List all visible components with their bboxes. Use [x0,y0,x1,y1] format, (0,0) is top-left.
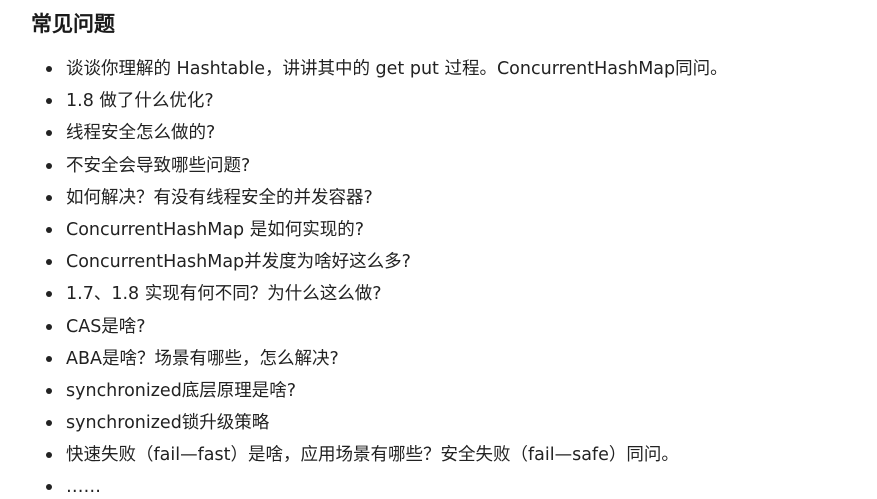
bullet-icon [46,387,52,394]
bullet-icon [46,98,52,105]
faq-section: 常见问题 谈谈你理解的 Hashtable，讲讲其中的 get put 过程。C… [0,0,877,499]
list-item: CAS是啥? [0,311,877,343]
bullet-icon [46,259,52,266]
list-item-text: 线程安全怎么做的? [66,123,216,144]
bullet-icon [46,484,52,491]
list-item-text: synchronized底层原理是啥? [66,380,297,401]
list-item: 快速失败（fail—fast）是啥，应用场景有哪些？安全失败（fail—safe… [0,439,877,471]
list-item-text: 1.8 做了什么优化? [66,91,214,112]
bullet-icon [46,420,52,427]
list-item-text: ABA是啥？场景有哪些，怎么解决? [66,348,339,369]
list-item-text: 如何解决？有没有线程安全的并发容器? [66,187,373,208]
list-item: 线程安全怎么做的? [0,117,877,149]
list-item-text: 1.7、1.8 实现有何不同？为什么这么做? [66,284,382,305]
question-list: 谈谈你理解的 Hashtable，讲讲其中的 get put 过程。Concur… [0,53,877,499]
list-item: synchronized锁升级策略 [0,407,877,439]
section-heading: 常见问题 [31,12,115,36]
list-item: ABA是啥？场景有哪些，怎么解决? [0,343,877,375]
list-item-text: CAS是啥? [66,316,146,337]
list-item: 如何解决？有没有线程安全的并发容器? [0,182,877,214]
bullet-icon [46,66,52,72]
bullet-icon [46,130,52,137]
list-item-text: ConcurrentHashMap并发度为啥好这么多? [66,252,411,273]
bullet-icon [46,355,52,362]
bullet-icon [46,194,52,201]
list-item-text: ConcurrentHashMap 是如何实现的? [66,219,365,240]
list-item: ConcurrentHashMap并发度为啥好这么多? [0,246,877,278]
list-item: 不安全会导致哪些问题? [0,150,877,182]
list-item: …… [0,471,877,499]
bullet-icon [46,291,52,298]
list-item-text: 谈谈你理解的 Hashtable，讲讲其中的 get put 过程。Concur… [66,59,728,79]
list-item: ConcurrentHashMap 是如何实现的? [0,214,877,246]
list-item: synchronized底层原理是啥? [0,375,877,407]
list-item-text: synchronized锁升级策略 [66,413,270,434]
bullet-icon [46,226,52,233]
list-item-text: 快速失败（fail—fast）是啥，应用场景有哪些？安全失败（fail—safe… [66,445,679,466]
bullet-icon [46,162,52,169]
bullet-icon [46,323,52,330]
list-item: 谈谈你理解的 Hashtable，讲讲其中的 get put 过程。Concur… [0,53,877,85]
list-item-text: …… [66,477,101,498]
list-item: 1.8 做了什么优化? [0,85,877,117]
list-item: 1.7、1.8 实现有何不同？为什么这么做? [0,278,877,310]
bullet-icon [46,452,52,459]
list-item-text: 不安全会导致哪些问题? [66,155,251,176]
